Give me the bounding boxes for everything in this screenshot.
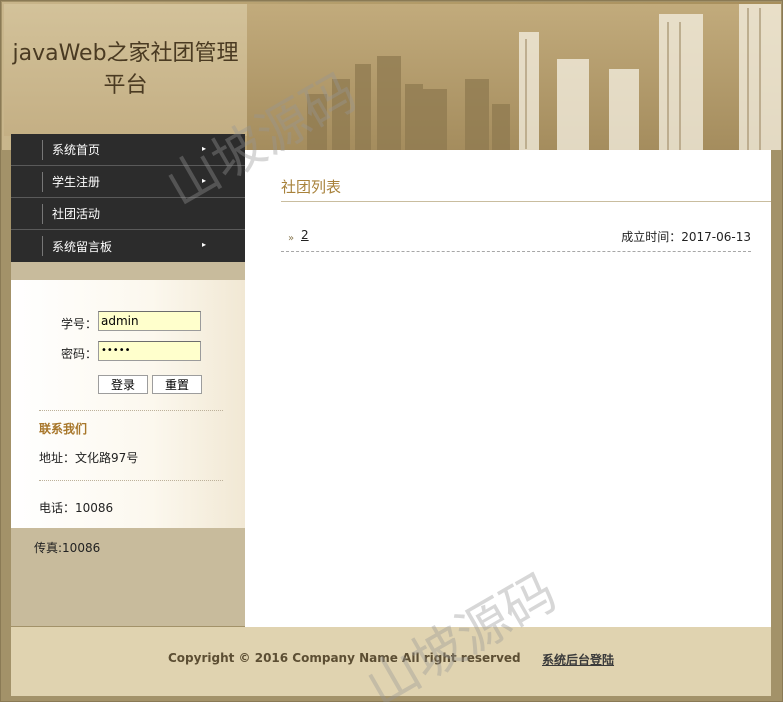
nav-item-label: 系统留言板 [52, 239, 113, 254]
admin-login-link[interactable]: 系统后台登陆 [542, 651, 614, 668]
app-title: javaWeb之家社团管理平台 [12, 41, 239, 98]
sidebar-nav: 系统首页 ▸ 学生注册 ▸ 社团活动 系统留言板 ▸ [11, 134, 245, 262]
title-underline [281, 201, 771, 202]
contact-phone: 电话：10086 [39, 501, 114, 515]
nav-divider [42, 204, 43, 224]
login-button[interactable]: 登录 [98, 375, 148, 394]
contact-title: 联系我们 [39, 422, 88, 436]
nav-divider [42, 172, 43, 192]
nav-item-label: 系统首页 [52, 143, 101, 157]
double-chevron-icon: » [288, 233, 295, 244]
sidebar-band [11, 262, 245, 280]
contact-address: 地址：文化路97号 [39, 451, 139, 465]
nav-item-label: 学生注册 [52, 175, 101, 189]
contact-fax: 传真:10086 [34, 541, 101, 555]
nav-item-home[interactable]: 系统首页 ▸ [11, 134, 245, 166]
club-link[interactable]: 2 [301, 228, 309, 242]
nav-item-label: 社团活动 [52, 207, 101, 221]
password-label: 密码： [61, 347, 98, 361]
nav-divider [42, 236, 43, 256]
triangle-right-icon: ▸ [202, 240, 207, 249]
nav-item-guestbook[interactable]: 系统留言板 ▸ [11, 230, 245, 262]
triangle-right-icon: ▸ [202, 144, 207, 153]
copyright-text: Copyright © 2016 Company Name All right … [168, 651, 521, 665]
triangle-right-icon: ▸ [202, 176, 207, 185]
city-skyline-image [247, 4, 781, 150]
password-input[interactable]: ••••• [98, 341, 201, 361]
header-banner: javaWeb之家社团管理平台 [2, 2, 781, 150]
nav-divider [42, 140, 43, 160]
sidebar-bottom: 传真:10086 [11, 528, 245, 626]
student-id-label: 学号： [61, 317, 98, 331]
main-content: 社团列表 » 2 成立时间：2017-06-13 [245, 150, 771, 627]
list-item: » 2 成立时间：2017-06-13 [281, 228, 751, 252]
club-founded-date: 成立时间：2017-06-13 [621, 230, 751, 244]
footer: Copyright © 2016 Company Name All right … [11, 627, 771, 696]
nav-item-activities[interactable]: 社团活动 [11, 198, 245, 230]
login-panel: 学号： admin 密码： ••••• 登录 重置 联系我们 地址：文化路97号… [11, 280, 245, 528]
logo-area: javaWeb之家社团管理平台 [4, 4, 247, 136]
nav-item-register[interactable]: 学生注册 ▸ [11, 166, 245, 198]
page-title: 社团列表 [281, 178, 342, 196]
divider [39, 410, 223, 411]
reset-button[interactable]: 重置 [152, 375, 202, 394]
divider [39, 480, 223, 481]
student-id-input[interactable]: admin [98, 311, 201, 331]
